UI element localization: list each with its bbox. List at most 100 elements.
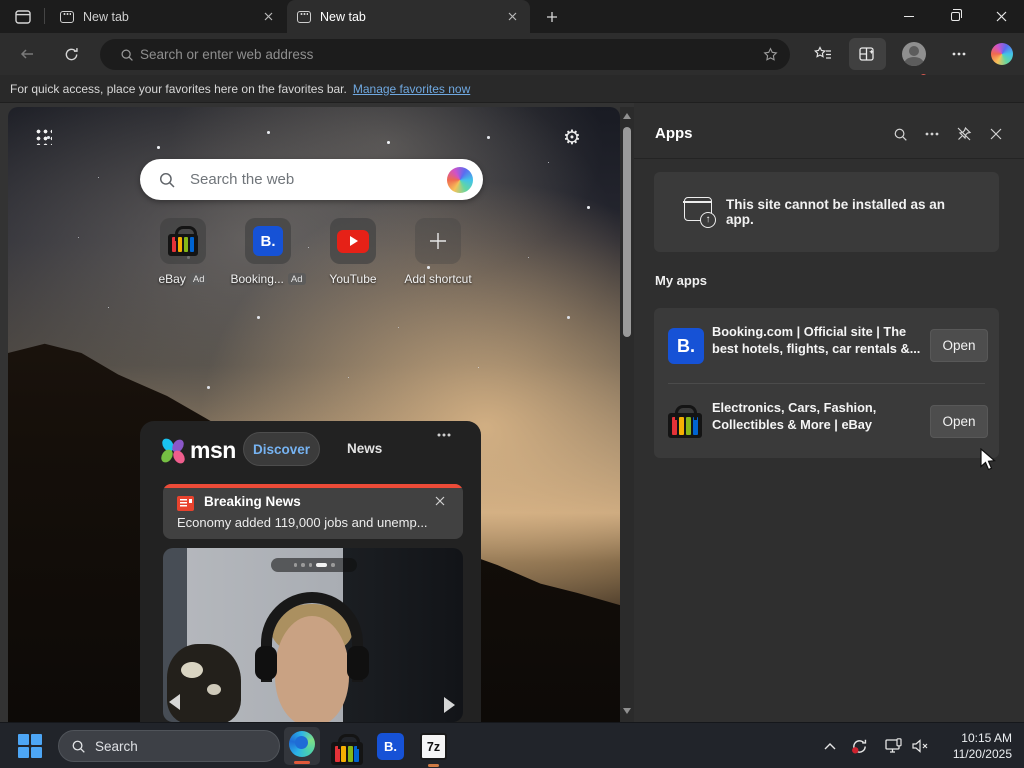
- open-button[interactable]: Open: [930, 329, 988, 362]
- volume-muted-icon[interactable]: [910, 737, 930, 755]
- shortcut-label: YouTube: [329, 272, 376, 286]
- apps-panel: Apps ↑ This site cannot be installed as …: [634, 103, 1024, 722]
- refresh-icon[interactable]: [59, 42, 83, 66]
- feed-tab-news[interactable]: News: [347, 441, 382, 456]
- tab-1[interactable]: New tab: [50, 0, 286, 33]
- add-favorite-star-icon[interactable]: [763, 47, 778, 62]
- photo-headphones-cup: [255, 646, 277, 680]
- new-tab-page: ⚙ eBay Ad B. Booking... Ad: [8, 107, 620, 722]
- install-message: This site cannot be installed as an app.: [726, 172, 976, 252]
- tab-close-icon[interactable]: [504, 9, 520, 25]
- apps-panel-title: Apps: [655, 125, 693, 142]
- tab-actions-icon[interactable]: [10, 7, 36, 27]
- tab-title: New tab: [83, 10, 260, 24]
- my-apps-label: My apps: [655, 273, 707, 288]
- carousel-pagination: [271, 558, 357, 572]
- feed-more-icon[interactable]: [436, 433, 452, 437]
- new-tab-page-icon: [60, 11, 74, 23]
- restore-button[interactable]: [932, 0, 978, 33]
- tray-chevron-up-icon[interactable]: [820, 737, 840, 755]
- stars-decoration: [8, 107, 9, 108]
- install-status-card: ↑ This site cannot be installed as an ap…: [654, 172, 999, 252]
- edge-icon: [289, 731, 315, 757]
- shortcut-label: eBay: [159, 272, 186, 286]
- close-button[interactable]: [978, 0, 1024, 33]
- news-carousel-image[interactable]: [163, 548, 463, 722]
- unpin-panel-icon[interactable]: [955, 125, 973, 143]
- shortcut-youtube[interactable]: YouTube: [308, 218, 398, 286]
- taskbar-clock[interactable]: 10:15 AM 11/20/2025: [953, 730, 1012, 762]
- shortcut-label: Booking...: [231, 272, 284, 286]
- more-menu-icon[interactable]: [947, 42, 971, 66]
- close-panel-icon[interactable]: [987, 125, 1005, 143]
- browser-toolbar: !: [0, 33, 1024, 75]
- app-install-arrow-icon: ↑: [700, 212, 716, 228]
- carousel-next-icon[interactable]: [444, 697, 455, 713]
- clock-date: 11/20/2025: [953, 746, 1012, 762]
- taskbar-search-input[interactable]: [95, 739, 272, 754]
- youtube-icon: [330, 218, 376, 264]
- apps-more-icon[interactable]: [923, 125, 941, 143]
- apps-sidebar-toggle[interactable]: [849, 38, 886, 70]
- copilot-icon[interactable]: [447, 167, 473, 193]
- tab-title: New tab: [320, 10, 504, 24]
- content-area: ⚙ eBay Ad B. Booking... Ad: [0, 103, 1024, 722]
- manage-favorites-link[interactable]: Manage favorites now: [353, 82, 470, 96]
- search-icon: [71, 739, 86, 754]
- open-button[interactable]: Open: [930, 405, 988, 438]
- edge-active-indicator: [294, 761, 310, 764]
- tab-2-active[interactable]: New tab: [287, 0, 530, 33]
- booking-icon: B.: [245, 218, 291, 264]
- address-bar[interactable]: [100, 39, 790, 70]
- taskbar-7zip-app[interactable]: 7z: [420, 733, 447, 760]
- mouse-cursor: [980, 448, 997, 472]
- ad-badge: Ad: [288, 273, 306, 285]
- ad-badge: Ad: [190, 273, 208, 285]
- favorites-notice: For quick access, place your favorites h…: [10, 82, 347, 96]
- address-input[interactable]: [140, 47, 763, 62]
- apps-search-icon[interactable]: [891, 125, 909, 143]
- app-row-booking[interactable]: B. Booking.com | Official site | The bes…: [654, 308, 999, 383]
- app-row-ebay[interactable]: Electronics, Cars, Fashion, Collectibles…: [654, 384, 999, 459]
- scroll-down-icon[interactable]: [623, 708, 631, 714]
- favorites-bar-icon[interactable]: [811, 42, 835, 66]
- feed-tab-discover[interactable]: Discover: [243, 432, 320, 466]
- shortcut-ebay[interactable]: eBay Ad: [138, 218, 228, 286]
- scroll-up-icon[interactable]: [623, 113, 631, 119]
- shortcut-label: Add shortcut: [404, 272, 471, 286]
- breaking-accent-bar: [163, 484, 463, 488]
- shortcut-booking[interactable]: B. Booking... Ad: [223, 218, 313, 286]
- msn-logo[interactable]: msn: [162, 437, 236, 464]
- copilot-icon[interactable]: [990, 42, 1014, 66]
- search-icon: [120, 48, 134, 62]
- minimize-button[interactable]: [886, 0, 932, 33]
- new-tab-page-icon: [297, 11, 311, 23]
- web-search-input[interactable]: [190, 171, 447, 188]
- breaking-news-card[interactable]: Breaking News Economy added 119,000 jobs…: [163, 484, 463, 539]
- update-pending-icon[interactable]: [849, 737, 869, 755]
- page-scrollbar[interactable]: [620, 107, 634, 722]
- web-search-box[interactable]: [140, 159, 483, 200]
- scrollbar-thumb[interactable]: [623, 127, 631, 337]
- tab-divider: [44, 8, 45, 24]
- taskbar-edge-app[interactable]: [284, 727, 320, 765]
- app-launcher-icon[interactable]: [34, 127, 52, 145]
- carousel-prev-icon[interactable]: [169, 694, 180, 710]
- tab-close-icon[interactable]: [260, 9, 276, 25]
- taskbar: B. 7z 10:15 AM 11/20/2025: [0, 722, 1024, 768]
- breaking-close-icon[interactable]: [431, 492, 449, 510]
- back-icon[interactable]: [15, 42, 39, 66]
- msn-wordmark: msn: [190, 437, 236, 464]
- page-settings-gear-icon[interactable]: ⚙: [560, 125, 584, 149]
- photo-detail: [167, 644, 241, 722]
- start-button[interactable]: [18, 734, 42, 758]
- taskbar-ebay-app[interactable]: [331, 735, 363, 765]
- taskbar-search-box[interactable]: [58, 730, 280, 762]
- taskbar-booking-app[interactable]: B.: [377, 733, 404, 760]
- photo-headphones-cup: [347, 646, 369, 680]
- new-tab-button[interactable]: [540, 6, 564, 28]
- ebay-icon: [160, 218, 206, 264]
- profile-avatar[interactable]: [902, 42, 926, 66]
- display-device-icon[interactable]: [884, 737, 904, 755]
- add-shortcut[interactable]: Add shortcut: [393, 218, 483, 286]
